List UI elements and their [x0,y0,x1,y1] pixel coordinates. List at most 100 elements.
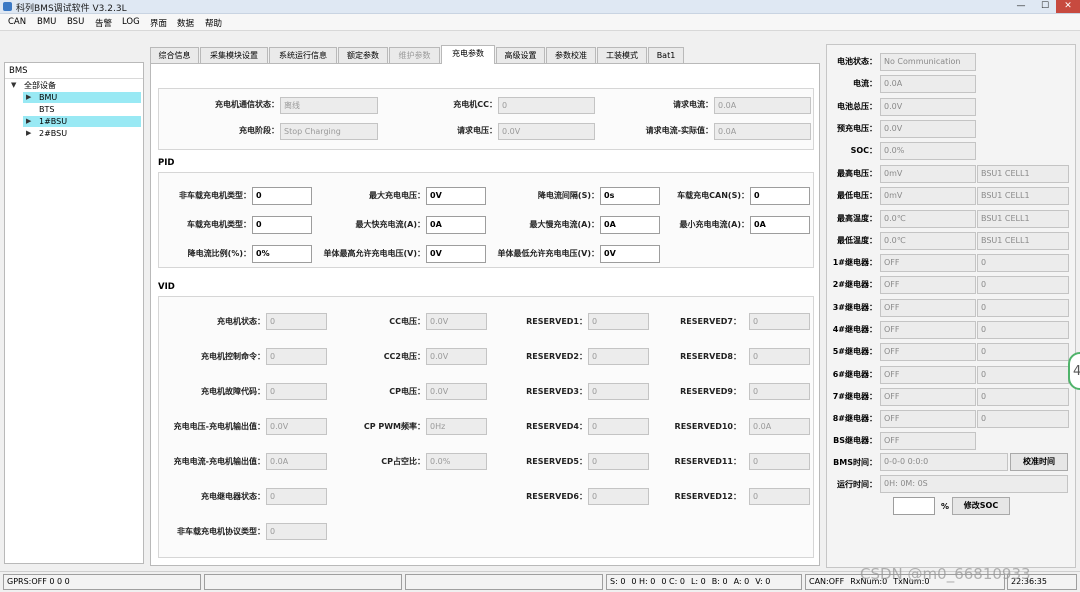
menu-bsu[interactable]: BSU [67,17,84,27]
input-cell-max-charge-voltage[interactable]: 0V [426,245,486,263]
close-button[interactable]: ✕ [1056,0,1080,13]
label-max-charge-voltage: 最大充电电压： [369,191,425,200]
tree-item-bmu[interactable]: ▶ BMU [23,92,141,103]
relay-count-3: 0 [977,320,1069,339]
app-logo-icon [3,2,12,11]
vid-label-15: RESERVED10： [674,422,741,431]
tab-rated-params[interactable]: 额定参数 [338,47,388,63]
vid-field-18: 0 [588,453,649,470]
vid-field-20: 0 [266,488,327,505]
menu-interface[interactable]: 界面 [150,17,167,29]
relay-count-2: 0 [977,298,1069,317]
status-value-0: No Communication [880,53,976,71]
relay-state-0: OFF [880,254,976,272]
field-charger-comm-status: 离线 [280,97,378,114]
tab-fixture-mode[interactable]: 工装模式 [597,47,647,63]
status-label-4: SOC： [850,146,877,156]
minimize-button[interactable]: — [1010,0,1032,13]
vid-field-7: 0 [749,348,810,365]
tree-item-bsu1[interactable]: ▶ 1#BSU [23,116,141,127]
tab-overview[interactable]: 综合信息 [150,47,199,63]
input-onboard-charge-can[interactable]: 0 [750,187,810,205]
vid-field-9: 0.0V [426,383,487,400]
vid-field-6: 0 [588,348,649,365]
relay-count-4: 0 [977,343,1069,362]
menu-data[interactable]: 数据 [177,17,194,29]
tab-advanced-settings[interactable]: 高级设置 [496,47,545,63]
vid-field-16: 0.0A [266,453,327,470]
expand-right-icon[interactable]: ▶ [26,128,31,139]
expand-down-icon[interactable]: ▼ [11,80,16,91]
menu-can[interactable]: CAN [8,17,26,27]
tab-system-run-info[interactable]: 系统运行信息 [269,47,337,63]
input-cell-min-charge-voltage[interactable]: 0V [600,245,660,263]
csdn-watermark: CSDN @m0_66810933 [860,565,1031,583]
tab-bat1[interactable]: Bat1 [648,47,684,63]
tab-charge-params[interactable]: 充电参数 [441,45,495,64]
bms-time-value: 0-0-0 0:0:0 [880,453,1008,471]
relay-label-7: 8#继电器： [832,414,877,424]
calibrate-time-button[interactable]: 校准时间 [1010,453,1068,471]
input-min-charge-current[interactable]: 0A [750,216,810,234]
input-current-decrease-ratio[interactable]: 0% [252,245,312,263]
vid-field-10: 0 [588,383,649,400]
vid-label-19: RESERVED11： [674,457,741,466]
vid-label-18: RESERVED5： [526,457,587,466]
menu-bmu[interactable]: BMU [37,17,56,27]
vid-field-17: 0.0% [426,453,487,470]
tree-item-bts[interactable]: BTS [23,104,141,115]
label-min-charge-current: 最小充电电流(A)： [679,220,749,229]
status-label-2: 电池总压： [837,101,877,111]
floating-widget[interactable]: 4 [1068,352,1080,390]
status-gprs: GPRS:OFF 0 0 0 [3,574,201,590]
cell-label-3: 最低温度： [837,235,877,245]
expand-right-icon[interactable]: ▶ [26,116,31,127]
pid-section-title: PID [158,158,175,168]
label-charge-stage: 充电阶段： [239,126,279,135]
field-charge-stage: Stop Charging [280,123,378,140]
label-cell-max-charge-voltage: 单体最高允许充电电压(V)： [323,249,425,258]
input-current-decrease-interval[interactable]: 0s [600,187,660,205]
maximize-button[interactable]: ☐ [1034,0,1056,13]
vid-label-3: RESERVED7： [680,317,741,326]
vid-label-4: 充电机控制命令： [201,352,265,361]
menu-log[interactable]: LOG [122,17,140,27]
tree-item-bsu2[interactable]: ▶ 2#BSU [23,128,141,139]
tab-acquisition-settings[interactable]: 采集模块设置 [200,47,268,63]
tree-divider [5,78,143,79]
input-offboard-charger-type[interactable]: 0 [252,187,312,205]
relay-label-1: 2#继电器： [832,280,877,290]
soc-input[interactable] [893,497,935,515]
cell-label-0: 最高电压： [837,169,877,178]
status-value-3: 0.0V [880,119,976,138]
input-onboard-charger-type[interactable]: 0 [252,216,312,234]
menu-help[interactable]: 帮助 [205,17,222,29]
tab-param-calibration[interactable]: 参数校准 [546,47,596,63]
modify-soc-button[interactable]: 修改SOC [952,497,1010,515]
cell-value-1: 0mV [880,187,976,206]
tree-root[interactable]: ▼ 全部设备 [11,80,141,91]
soc-unit-label: % [940,502,949,511]
input-max-fast-charge-current[interactable]: 0A [426,216,486,234]
vid-field-23: 0 [266,523,327,540]
vid-field-3: 0 [749,313,810,330]
relay-state-8: OFF [880,432,976,451]
cell-value-3: 0.0℃ [880,231,976,250]
expand-right-icon[interactable]: ▶ [26,92,31,103]
relay-label-4: 5#继电器： [832,347,877,357]
label-request-current-actual: 请求电流-实际值： [645,126,713,135]
input-max-charge-voltage[interactable]: 0V [426,187,486,205]
vid-label-1: CC电压： [389,317,425,326]
vid-label-2: RESERVED1： [526,317,587,326]
menu-alarm[interactable]: 告警 [95,17,112,29]
relay-state-2: OFF [880,298,976,317]
relay-label-2: 3#继电器： [832,302,877,312]
vid-label-7: RESERVED8： [680,352,741,361]
tab-maintenance-params[interactable]: 维护参数 [389,47,440,63]
relay-count-0: 0 [977,254,1069,272]
run-time-value: 0H: 0M: 0S [880,475,1068,493]
vid-label-11: RESERVED9： [680,387,741,396]
input-max-slow-charge-current[interactable]: 0A [600,216,660,234]
vid-field-4: 0 [266,348,327,365]
cell-value-0: 0mV [880,165,976,183]
